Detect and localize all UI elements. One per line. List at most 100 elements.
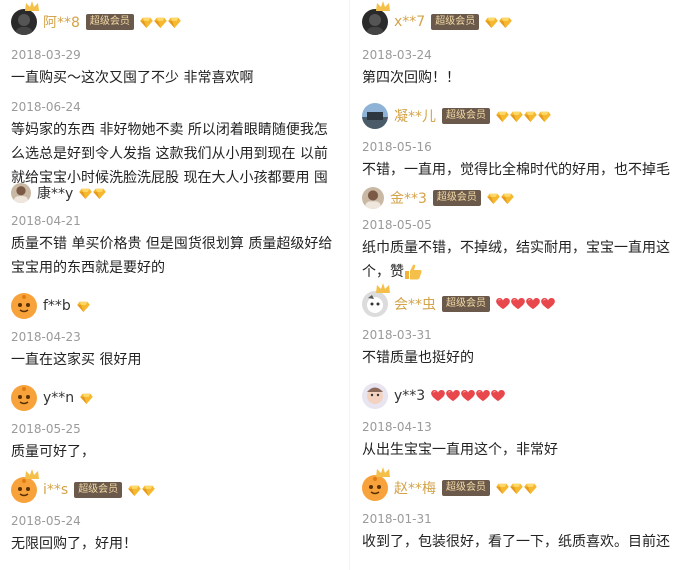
- reviewer-name: y**n: [43, 390, 75, 406]
- avatar-image: [11, 385, 37, 411]
- reviewer-name: 金**3: [390, 191, 427, 207]
- right-review-column[interactable]: x**7 超级会员 2018-03-24 第四次回购！！ 凝**儿 超级会员 2…: [358, 0, 693, 570]
- review-item: 2018-06-24 等妈家的东西 非好物她不卖 所以闭着眼睛随便我怎么选总是好…: [7, 96, 342, 184]
- diamond-icon: [524, 483, 537, 494]
- review-date: 2018-04-13: [362, 420, 432, 434]
- avatar-image: [362, 475, 388, 501]
- diamond-icon: [77, 301, 90, 312]
- review-text: 质量可好了，: [11, 444, 95, 460]
- diamond-icon: [140, 17, 153, 28]
- avatar-image: [11, 183, 31, 203]
- reviewer-row: x**7 超级会员: [358, 0, 693, 44]
- avatar[interactable]: [362, 187, 384, 209]
- diamond-level-badges: [79, 188, 107, 199]
- reviewer-name: f**b: [43, 298, 71, 314]
- avatar[interactable]: [11, 183, 31, 203]
- diamond-level-badges: [487, 193, 515, 204]
- review-item: 赵**梅 超级会员 2018-01-31 收到了，包装很好，看了一下，纸质喜欢。…: [358, 468, 693, 554]
- reviewer-row: 金**3 超级会员: [358, 182, 693, 214]
- reviewer-name: x**7: [394, 14, 426, 30]
- avatar-image: [11, 293, 37, 319]
- vip-badge: 超级会员: [442, 108, 490, 124]
- reviewer-row: f**b: [7, 286, 342, 326]
- reviewer-row: 阿**8 超级会员: [7, 0, 342, 44]
- avatar-image: [11, 9, 37, 35]
- heart-icon: [446, 390, 460, 402]
- diamond-icon: [168, 17, 181, 28]
- crown-icon: [375, 466, 391, 478]
- review-item: i**s 超级会员 2018-05-24 无限回购了，好用！: [7, 470, 342, 556]
- reviewer-row: y**3: [358, 376, 693, 416]
- avatar[interactable]: [362, 291, 388, 317]
- reviewer-name: 阿**8: [43, 15, 80, 31]
- vip-badge: 超级会员: [74, 482, 123, 498]
- reviewer-name: 赵**梅: [394, 481, 436, 497]
- reviewer-name: 康**y: [37, 186, 74, 202]
- diamond-level-badges: [140, 17, 182, 28]
- reviewer-name: 会**虫: [394, 297, 436, 313]
- diamond-icon: [154, 17, 167, 28]
- avatar[interactable]: [11, 477, 37, 503]
- diamond-level-badges: [496, 483, 538, 494]
- avatar[interactable]: [362, 383, 388, 409]
- review-text: 不错质量也挺好的: [362, 350, 474, 366]
- diamond-icon: [510, 111, 523, 122]
- heart-icon: [526, 298, 540, 310]
- crown-icon: [375, 0, 391, 12]
- review-date: 2018-05-16: [362, 140, 432, 154]
- avatar-image: [362, 9, 388, 35]
- vip-badge: 超级会员: [85, 14, 134, 30]
- review-date: 2018-05-24: [11, 514, 81, 528]
- diamond-level-badges: [80, 393, 94, 404]
- review-text: 等妈家的东西 非好物她不卖 所以闭着眼睛随便我怎么选总是好到令人发指 这款我们从…: [11, 122, 328, 184]
- diamond-icon: [501, 193, 514, 204]
- review-date: 2018-01-31: [362, 512, 432, 526]
- review-date: 2018-04-21: [11, 214, 81, 228]
- diamond-icon: [93, 188, 106, 199]
- heart-icon: [491, 390, 505, 402]
- avatar-image: [11, 477, 37, 503]
- review-text: 第四次回购！！: [362, 70, 460, 86]
- diamond-icon: [80, 393, 93, 404]
- diamond-icon: [499, 17, 512, 28]
- avatar-image: [362, 187, 384, 209]
- diamond-icon: [510, 483, 523, 494]
- review-item: y**3 2018-04-13 从出生宝宝一直用这个，非常好: [358, 376, 693, 462]
- heart-icon: [541, 298, 555, 310]
- vip-badge: 超级会员: [442, 296, 490, 312]
- diamond-icon: [487, 193, 500, 204]
- avatar[interactable]: [11, 9, 37, 35]
- column-divider: [349, 0, 350, 570]
- review-text: 一直购买～这次又囤了不少 非常喜欢啊: [11, 70, 254, 86]
- avatar[interactable]: [11, 293, 37, 319]
- diamond-icon: [142, 485, 155, 496]
- reviewer-row: 康**y: [7, 182, 342, 204]
- left-review-column[interactable]: 阿**8 超级会员 2018-03-29 一直购买～这次又囤了不少 非常喜欢啊 …: [7, 0, 342, 570]
- crown-icon: [24, 0, 40, 12]
- avatar[interactable]: [362, 9, 388, 35]
- review-item: f**b 2018-04-23 一直在这家买 很好用: [7, 286, 342, 372]
- diamond-icon: [496, 483, 509, 494]
- diamond-level-badges: [496, 111, 552, 122]
- avatar[interactable]: [11, 385, 37, 411]
- review-item: 凝**儿 超级会员 2018-05-16 不错，一直用，觉得比全棉时代的好用，也…: [358, 96, 693, 182]
- review-date: 2018-03-29: [11, 48, 81, 62]
- avatar-image: [362, 291, 388, 317]
- avatar[interactable]: [362, 475, 388, 501]
- diamond-icon: [538, 111, 551, 122]
- review-text: 无限回购了，好用！: [11, 536, 137, 552]
- reviewer-row: 会**虫 超级会员: [358, 284, 693, 324]
- diamond-level-badges: [77, 301, 91, 312]
- review-item: x**7 超级会员 2018-03-24 第四次回购！！: [358, 0, 693, 90]
- heart-icon: [511, 298, 525, 310]
- review-item: 金**3 超级会员 2018-05-05 纸巾质量不错，不掉绒，结实耐用，宝宝一…: [358, 182, 693, 284]
- reviewer-row: y**n: [7, 378, 342, 418]
- avatar[interactable]: [362, 103, 388, 129]
- reviewer-row: 凝**儿 超级会员: [358, 96, 693, 136]
- crown-icon: [375, 282, 391, 294]
- reviewer-row: 赵**梅 超级会员: [358, 468, 693, 508]
- avatar-image: [362, 103, 388, 129]
- review-item: 会**虫 超级会员 2018-03-31 不错质量也挺好的: [358, 284, 693, 370]
- review-date: 2018-03-24: [362, 48, 432, 62]
- diamond-icon: [524, 111, 537, 122]
